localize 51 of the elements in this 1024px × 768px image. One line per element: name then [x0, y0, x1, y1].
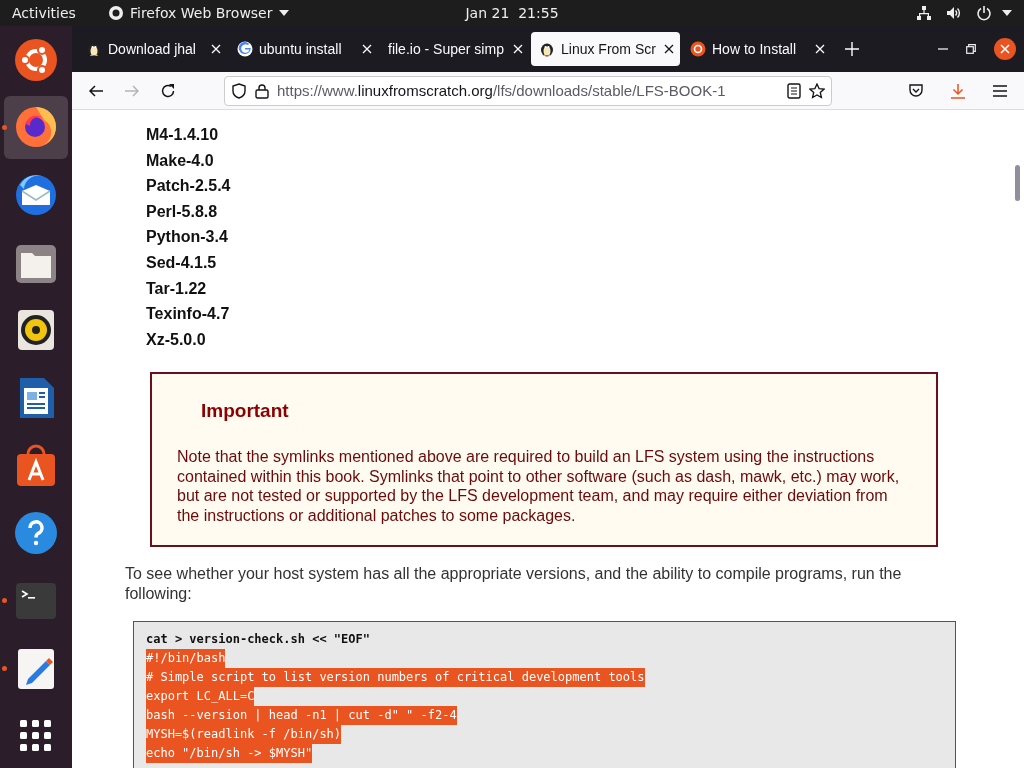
- shopping-bag-icon: [14, 443, 58, 488]
- dock-item[interactable]: [4, 95, 68, 160]
- reader-view-icon[interactable]: [787, 82, 801, 99]
- back-icon[interactable]: [88, 82, 104, 99]
- package-name: Perl-5.8.8: [146, 201, 218, 222]
- shield-icon[interactable]: [231, 82, 247, 99]
- package-name: Patch-2.5.4: [146, 176, 231, 197]
- ubuntu-logo-icon: [14, 37, 58, 82]
- network-icon[interactable]: [916, 5, 932, 21]
- penguin-icon: [86, 41, 102, 57]
- package-name: Sed-4.1.5: [146, 252, 217, 273]
- volume-icon[interactable]: [946, 5, 962, 21]
- package-name: Texinfo-4.7: [146, 304, 230, 325]
- code-line: cat > version-check.sh << "EOF": [146, 631, 370, 649]
- package-name: Python-3.4: [146, 227, 228, 248]
- browser-tab[interactable]: ubuntu install: [229, 32, 378, 66]
- restore-icon[interactable]: [966, 44, 976, 54]
- lock-icon[interactable]: [255, 82, 269, 99]
- package-name: Xz-5.0.0: [146, 329, 206, 350]
- ubuntu-logo-icon: [690, 41, 706, 57]
- url-text: https://www.linuxfromscratch.org/lfs/downloads/stable/LFS-BOOK-1: [277, 82, 727, 99]
- note-title: Important: [201, 400, 289, 423]
- mail-icon: [14, 173, 58, 218]
- star-icon[interactable]: [809, 82, 825, 99]
- caret-icon: [1002, 9, 1012, 17]
- menu-icon[interactable]: [992, 82, 1008, 99]
- clock[interactable]: Jan 21 21:55: [465, 5, 559, 21]
- address-bar[interactable]: https://www.linuxfromscratch.org/lfs/downloads/stable/LFS-BOOK-1: [224, 75, 832, 106]
- close-icon[interactable]: [994, 38, 1016, 60]
- browser-tab[interactable]: Linux From Scr: [531, 32, 680, 66]
- reload-icon[interactable]: [160, 82, 176, 99]
- download-icon[interactable]: [950, 82, 966, 99]
- browser-tab[interactable]: Download jhal: [78, 32, 227, 66]
- activities-button[interactable]: Activities: [12, 5, 108, 21]
- package-name: Make-4.0: [146, 150, 214, 171]
- package-name: Tar-1.22: [146, 278, 207, 299]
- app-menu[interactable]: Firefox Web Browser: [130, 5, 273, 21]
- power-icon[interactable]: [976, 5, 992, 21]
- note-text: Note that the symlinks mentioned above are required to build an LFS system using the instructions contained within this book. Symlinks that point to other software (such as dash, mawk, etc.) may work, but are not tested or supported by the LFS development team, and may require either deviation from the instructions or additional patches to some packages.: [177, 447, 901, 526]
- pocket-icon[interactable]: [908, 82, 924, 99]
- new-tab-icon[interactable]: [845, 42, 859, 56]
- google-g-icon: [237, 41, 253, 57]
- close-icon[interactable]: [664, 44, 674, 54]
- caret-icon: [278, 9, 289, 17]
- package-name: M4-1.4.10: [146, 125, 219, 145]
- browser-tab[interactable]: How to Install: [682, 32, 831, 66]
- penguin-icon: [539, 41, 555, 57]
- browser-tab[interactable]: file.io - Super simp: [380, 32, 529, 66]
- help-icon: [14, 511, 58, 556]
- paragraph: To see whether your host system has all the appropriate versions, and the ability to compile programs, run the following:: [125, 564, 903, 604]
- scrollbar-thumb[interactable]: [1015, 165, 1020, 201]
